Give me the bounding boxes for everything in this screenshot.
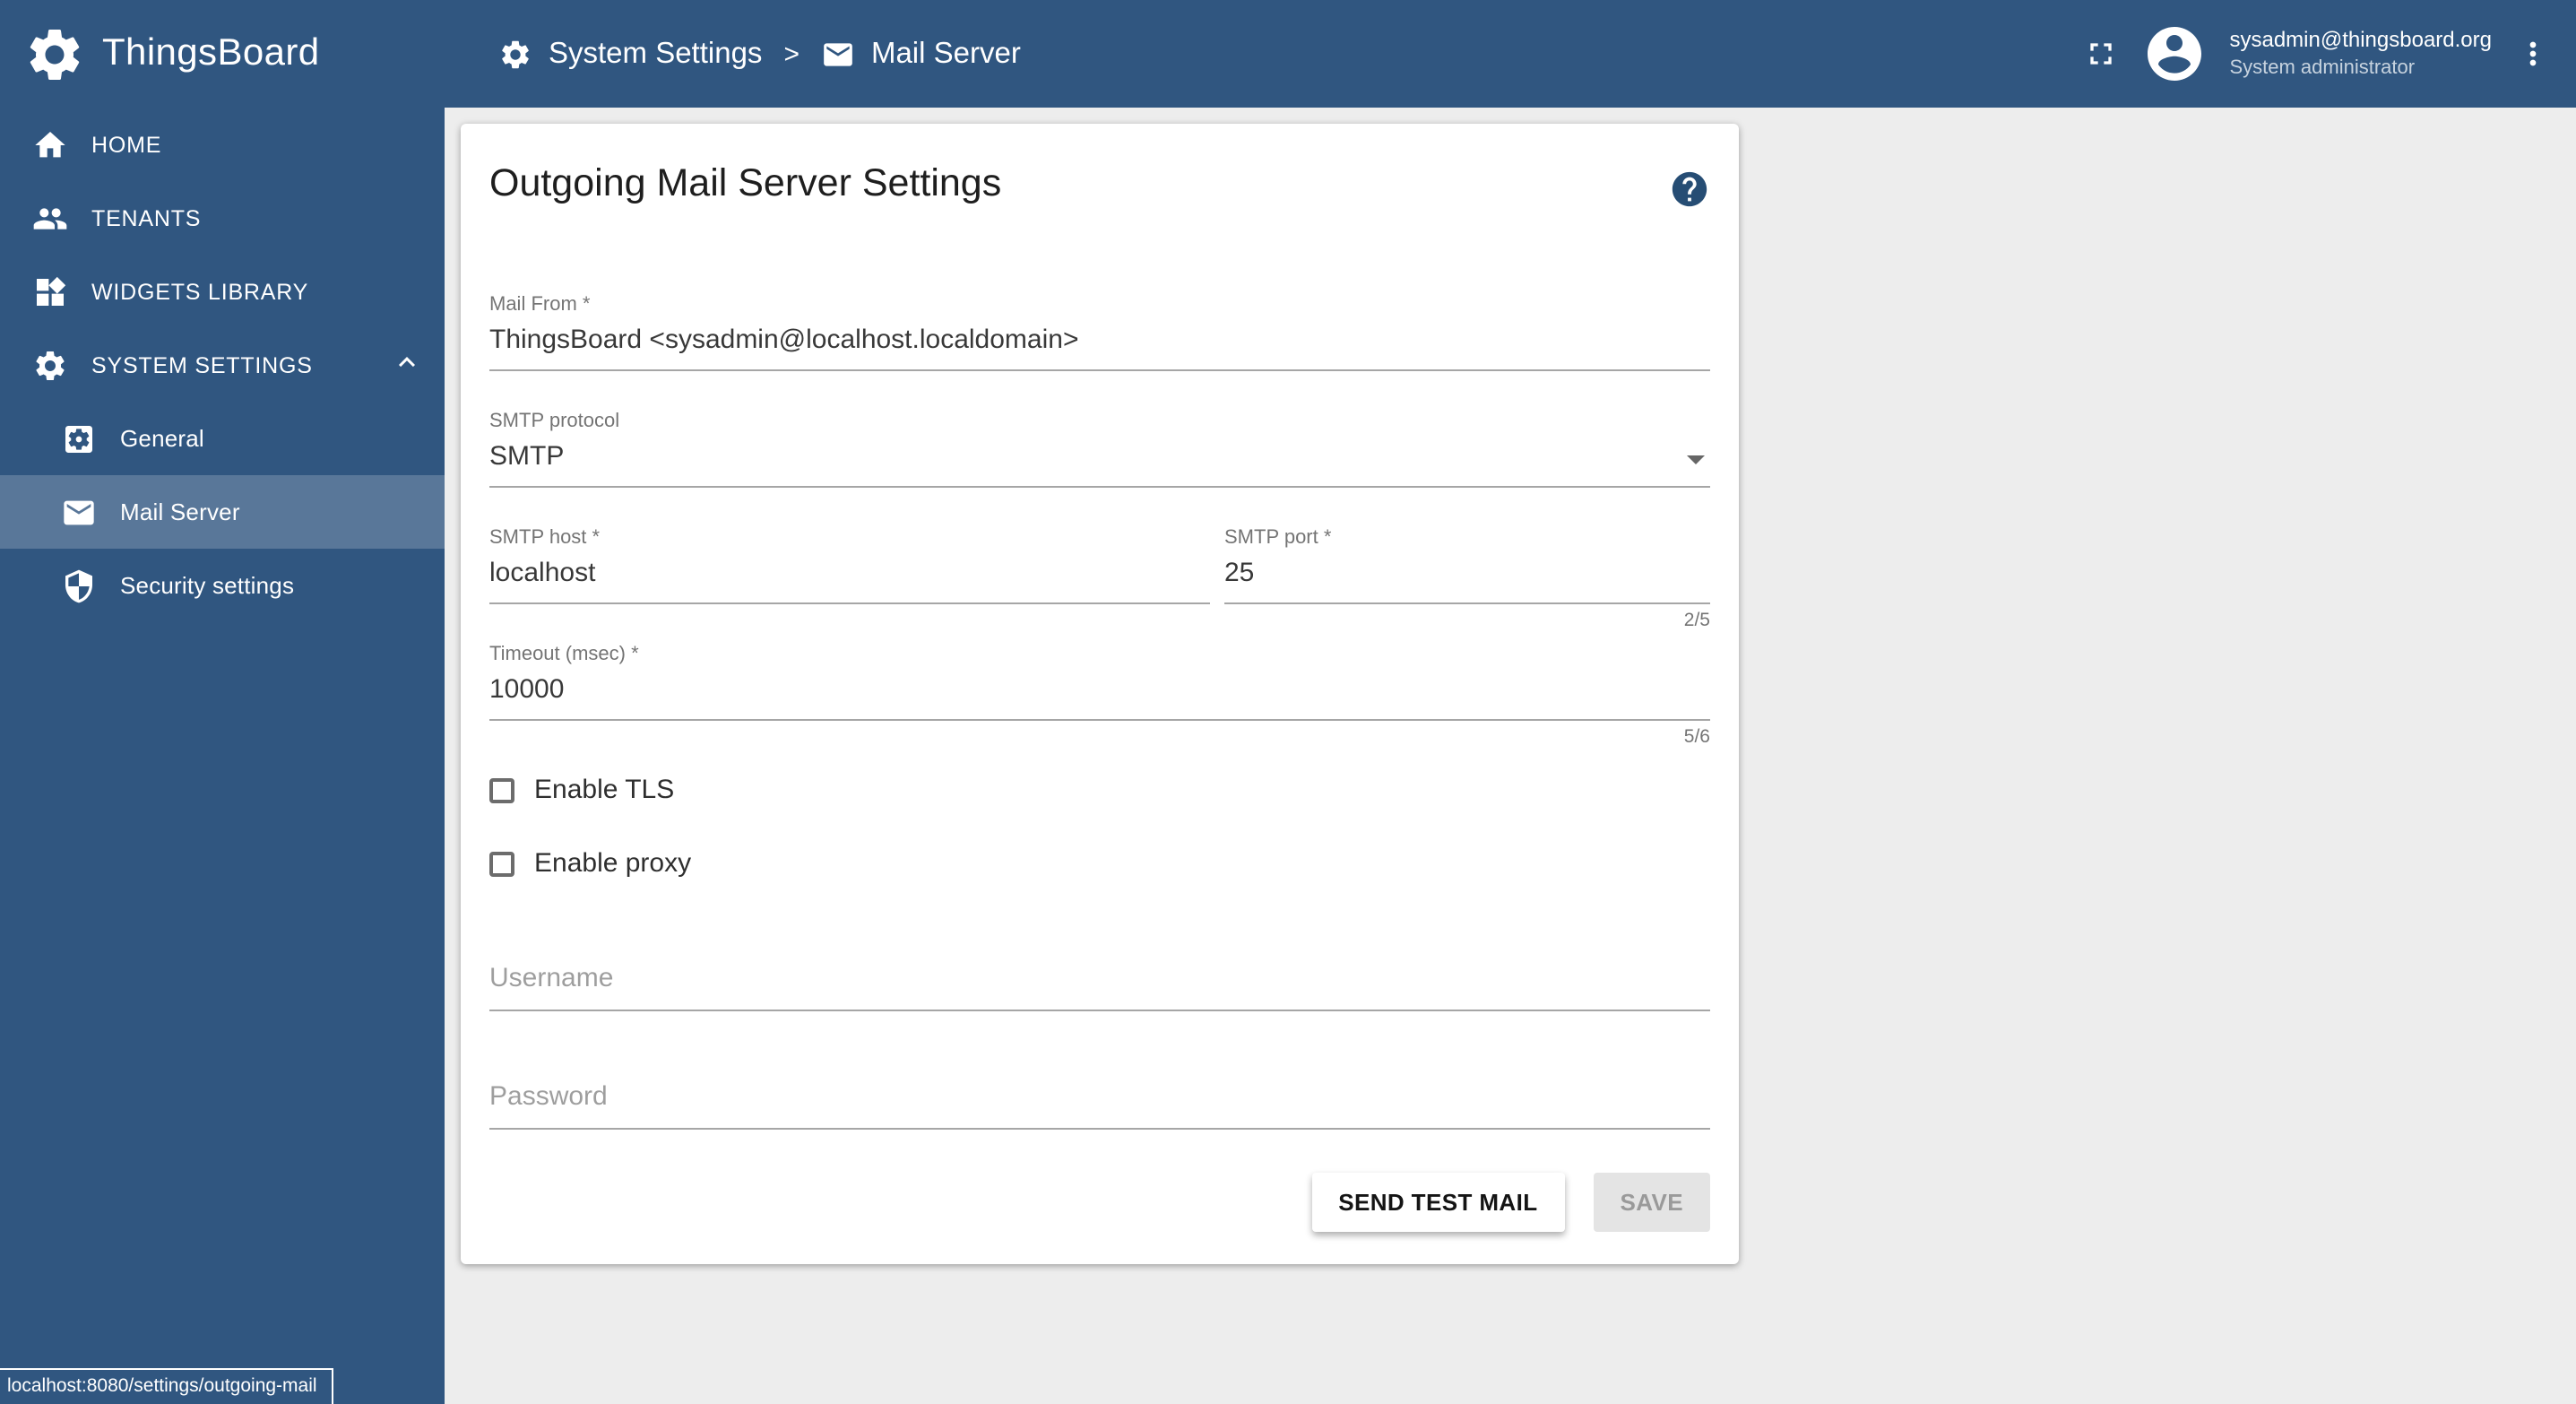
host-port-row: SMTP host * SMTP port * 2/5 — [489, 527, 1710, 631]
sidebar-item-general[interactable]: General — [0, 402, 445, 475]
help-icon — [1672, 171, 1707, 207]
user-email: sysadmin@thingsboard.org — [2229, 27, 2492, 53]
content-area: Outgoing Mail Server Settings Mail From … — [445, 108, 2576, 1404]
smtp-port-field: SMTP port * 2/5 — [1224, 527, 1710, 631]
chevron-up-icon — [391, 346, 423, 384]
home-icon — [35, 131, 65, 157]
smtp-host-input[interactable] — [489, 549, 1210, 604]
page-title: Outgoing Mail Server Settings — [489, 161, 1002, 204]
breadcrumb-separator: > — [783, 39, 800, 69]
gear-icon — [502, 39, 529, 68]
save-button[interactable]: SAVE — [1593, 1173, 1710, 1232]
fullscreen-icon — [2089, 43, 2112, 65]
enable-proxy-row[interactable]: Enable proxy — [489, 848, 1710, 879]
more-vert-icon — [2529, 41, 2537, 66]
breadcrumb-mail-server[interactable]: Mail Server — [821, 37, 1021, 71]
breadcrumb-page-label: Mail Server — [870, 37, 1021, 69]
user-info: sysadmin@thingsboard.org System administ… — [2229, 27, 2492, 81]
shield-icon — [65, 568, 92, 602]
sidebar-nav: HOME TENANTS WIDGETS LIBRARY SYSTEM SETT… — [0, 108, 445, 622]
mail-from-label: Mail From * — [489, 294, 591, 316]
smtp-port-label: SMTP port * — [1224, 527, 1332, 549]
help-button[interactable] — [1669, 169, 1710, 215]
logo-text: ThingsBoard — [102, 32, 320, 74]
sidebar-item-mail-server[interactable]: Mail Server — [0, 475, 445, 549]
timeout-input[interactable] — [489, 665, 1710, 721]
general-settings-icon — [65, 425, 92, 452]
smtp-port-counter: 2/5 — [1683, 610, 1710, 631]
card-actions: SEND TEST MAIL SAVE — [489, 1173, 1710, 1232]
sidebar-item-label: TENANTS — [91, 205, 202, 230]
sidebar-item-label: WIDGETS LIBRARY — [91, 279, 309, 304]
password-field — [489, 1069, 1710, 1130]
sidebar-item-system-settings[interactable]: SYSTEM SETTINGS — [0, 328, 445, 402]
account-circle-icon — [2147, 27, 2201, 81]
timeout-label: Timeout (msec) * — [489, 644, 639, 665]
widgets-icon — [37, 275, 66, 305]
enable-tls-checkbox[interactable] — [489, 777, 514, 802]
sidebar-item-label: Security settings — [120, 572, 295, 599]
avatar[interactable] — [2141, 22, 2206, 86]
smtp-protocol-value: SMTP — [489, 432, 1710, 488]
enable-proxy-checkbox[interactable] — [489, 851, 514, 876]
mail-icon — [824, 42, 852, 65]
topbar-right: sysadmin@thingsboard.org System administ… — [2082, 22, 2551, 86]
tenants-icon — [33, 207, 67, 229]
main-column: System Settings > Mail Server sysadmin@t… — [445, 0, 2576, 1404]
smtp-port-input[interactable] — [1224, 549, 1710, 604]
mail-icon — [64, 499, 94, 524]
mail-settings-card: Outgoing Mail Server Settings Mail From … — [461, 124, 1739, 1264]
send-test-mail-button[interactable]: SEND TEST MAIL — [1311, 1173, 1565, 1232]
breadcrumb-system-settings[interactable]: System Settings — [498, 37, 762, 71]
gear-icon — [36, 351, 65, 379]
smtp-host-field: SMTP host * — [489, 527, 1210, 604]
username-input[interactable] — [489, 950, 1710, 1011]
password-input[interactable] — [489, 1069, 1710, 1130]
smtp-host-label: SMTP host * — [489, 527, 601, 549]
timeout-field: Timeout (msec) * 5/6 — [489, 644, 1710, 748]
fullscreen-button[interactable] — [2082, 36, 2118, 72]
sidebar-item-security-settings[interactable]: Security settings — [0, 549, 445, 622]
sidebar-item-label: SYSTEM SETTINGS — [91, 352, 313, 377]
enable-tls-label: Enable TLS — [534, 775, 675, 805]
topbar: System Settings > Mail Server sysadmin@t… — [445, 0, 2576, 108]
sidebar-item-tenants[interactable]: TENANTS — [0, 181, 445, 255]
user-role: System administrator — [2229, 56, 2416, 79]
more-menu-button[interactable] — [2515, 36, 2551, 72]
status-url-bubble: localhost:8080/settings/outgoing-mail — [0, 1368, 333, 1404]
sidebar-item-label: Mail Server — [120, 498, 240, 525]
breadcrumb-section-label: System Settings — [549, 37, 763, 69]
chevron-down-icon — [1687, 455, 1705, 464]
thingsboard-logo[interactable]: ThingsBoard — [0, 0, 445, 108]
mail-from-field: Mail From * — [489, 294, 1710, 371]
sidebar-item-label: General — [120, 425, 204, 452]
thingsboard-logo-icon — [30, 29, 80, 79]
timeout-counter: 5/6 — [1683, 726, 1710, 748]
enable-proxy-label: Enable proxy — [534, 848, 692, 879]
sidebar-item-label: HOME — [91, 132, 162, 157]
app-window: ThingsBoard HOME TENANTS WIDGETS LIBRARY… — [0, 0, 2576, 1404]
enable-tls-row[interactable]: Enable TLS — [489, 775, 1710, 805]
smtp-protocol-label: SMTP protocol — [489, 411, 620, 432]
username-field — [489, 950, 1710, 1011]
sidebar-item-home[interactable]: HOME — [0, 108, 445, 181]
sidebar-item-widgets-library[interactable]: WIDGETS LIBRARY — [0, 255, 445, 328]
card-header: Outgoing Mail Server Settings — [489, 161, 1710, 215]
sidebar: ThingsBoard HOME TENANTS WIDGETS LIBRARY… — [0, 0, 445, 1404]
smtp-protocol-select[interactable]: SMTP protocol SMTP — [489, 411, 1710, 488]
mail-from-input[interactable] — [489, 316, 1710, 371]
